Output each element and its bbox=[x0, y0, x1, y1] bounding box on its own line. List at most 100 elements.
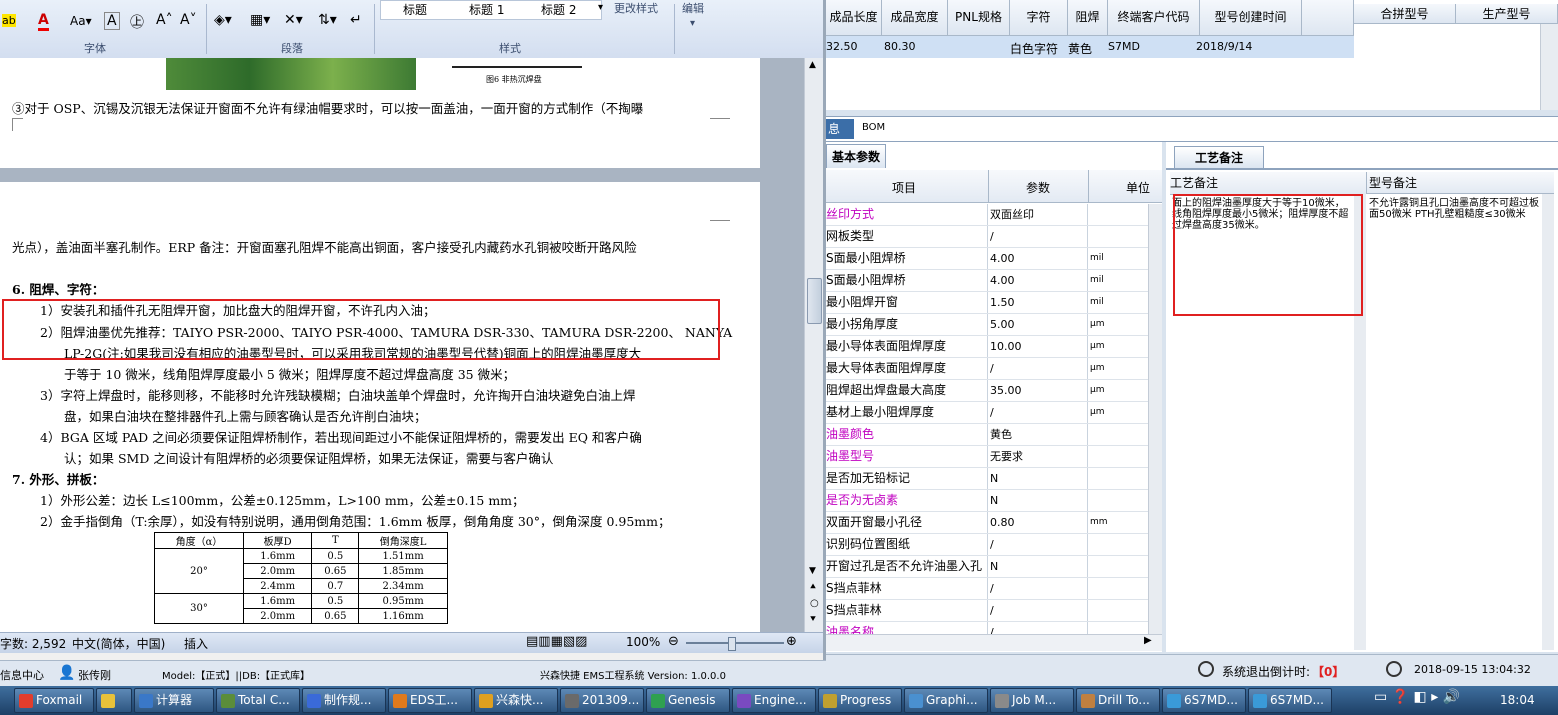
param-value[interactable]: 5.00 bbox=[988, 314, 1088, 335]
param-row[interactable]: 识别码位置图纸 / bbox=[826, 534, 1148, 556]
col-unit-header[interactable]: 单位 bbox=[1126, 179, 1150, 196]
param-row[interactable]: 网板类型 / bbox=[826, 226, 1148, 248]
scroll-up-icon[interactable]: ▲ bbox=[809, 60, 816, 70]
message-center[interactable]: 信息中心 bbox=[0, 667, 44, 683]
model-scrollbar[interactable] bbox=[1542, 194, 1554, 650]
shrink-font-icon[interactable]: A˅ bbox=[180, 12, 197, 28]
taskbar-button[interactable]: 制作规... bbox=[302, 688, 386, 713]
params-scrollbar[interactable] bbox=[1148, 204, 1162, 634]
col-param-header[interactable]: 参数 bbox=[1026, 179, 1050, 196]
col-char-header[interactable]: 字符 bbox=[1010, 0, 1068, 36]
param-row[interactable]: 最小拐角厚度 5.00 μm bbox=[826, 314, 1148, 336]
edit-dropdown-icon[interactable]: ▾ bbox=[690, 18, 695, 29]
tab-basic-params[interactable]: 基本参数 bbox=[826, 144, 886, 168]
param-row[interactable]: 最小导体表面阻焊厚度 10.00 μm bbox=[826, 336, 1148, 358]
param-value[interactable]: 4.00 bbox=[988, 248, 1088, 269]
doc-scrollbar[interactable]: ▲ ▼ ⯅ ○ ⯆ bbox=[804, 58, 823, 632]
param-value[interactable]: N bbox=[988, 490, 1088, 511]
section-heading-7[interactable]: 7. 外形、拼板： bbox=[12, 469, 104, 488]
model-note-text[interactable]: 不允许露铜且孔口油墨高度不可超过板面50微米 PTH孔壁粗糙度≤30微米 bbox=[1369, 198, 1541, 220]
params-hscrollbar[interactable]: ▶ bbox=[826, 634, 1162, 651]
param-value[interactable]: / bbox=[988, 578, 1088, 599]
list-item[interactable]: 3）字符上焊盘时，能移则移，不能移时允许残缺模糊；白油块盖单个焊盘时，允许掏开白… bbox=[40, 385, 635, 404]
param-row[interactable]: 最大导体表面阻焊厚度 / μm bbox=[826, 358, 1148, 380]
sort-icon[interactable]: ⇅▾ bbox=[318, 12, 337, 28]
scroll-thumb[interactable] bbox=[807, 278, 822, 324]
param-row[interactable]: 双面开窗最小孔径 0.80 mm bbox=[826, 512, 1148, 534]
param-value[interactable]: / bbox=[988, 534, 1088, 555]
taskbar-button[interactable]: EDS工... bbox=[388, 688, 472, 713]
param-row[interactable]: 丝印方式 双面丝印 bbox=[826, 204, 1148, 226]
tab-bom[interactable]: BOM bbox=[862, 122, 885, 133]
browse-object-icon[interactable]: ○ bbox=[810, 598, 819, 609]
param-row[interactable]: 油墨型号 无要求 bbox=[826, 446, 1148, 468]
taskbar-button[interactable]: 兴森快... bbox=[474, 688, 558, 713]
system-clock[interactable]: 18:04 bbox=[1500, 693, 1535, 707]
change-case-icon[interactable]: Aa▾ bbox=[70, 14, 92, 28]
param-row[interactable]: 是否加无铅标记 N bbox=[826, 468, 1148, 490]
taskbar-button[interactable]: Foxmail bbox=[14, 688, 94, 713]
param-row[interactable]: S面最小阻焊桥 4.00 mil bbox=[826, 270, 1148, 292]
zoom-level[interactable]: 100% bbox=[626, 635, 660, 649]
param-value[interactable]: N bbox=[988, 556, 1088, 577]
list-item[interactable]: 2）金手指倒角（T:余厚），如没有特别说明，通用倒角范围：1.6mm 板厚，倒角… bbox=[40, 511, 671, 530]
param-row[interactable]: 是否为无卤素 N bbox=[826, 490, 1148, 512]
scroll-down-icon[interactable]: ▼ bbox=[809, 566, 816, 576]
col-merge-header[interactable]: 合拼型号 bbox=[1354, 4, 1456, 24]
taskbar-button[interactable]: 6S7MD... bbox=[1248, 688, 1332, 713]
col-length-header[interactable]: 成品长度 bbox=[826, 0, 882, 36]
prev-page-icon[interactable]: ⯅ bbox=[809, 582, 817, 593]
taskbar-button[interactable] bbox=[96, 688, 132, 713]
taskbar-button[interactable]: Progress bbox=[818, 688, 902, 713]
show-marks-icon[interactable]: ↵ bbox=[350, 12, 362, 28]
list-item-cont[interactable]: 盘，如果白油块在整排器件孔上需与顾客确认是否允许削白油块； bbox=[64, 406, 427, 425]
zoom-slider-thumb[interactable] bbox=[728, 637, 736, 651]
param-value[interactable]: 无要求 bbox=[988, 446, 1088, 467]
grow-font-icon[interactable]: A˄ bbox=[156, 12, 173, 28]
tab-craft-notes[interactable]: 工艺备注 bbox=[1174, 146, 1264, 168]
taskbar-button[interactable]: 计算器 bbox=[134, 688, 214, 713]
col-customer-header[interactable]: 终端客户代码 bbox=[1108, 0, 1200, 36]
param-value[interactable]: / bbox=[988, 600, 1088, 621]
taskbar-button[interactable]: Job M... bbox=[990, 688, 1074, 713]
next-page-icon[interactable]: ⯆ bbox=[809, 614, 817, 625]
doc-paragraph[interactable]: 光点），盖油面半塞孔制作。ERP 备注：开窗面塞孔阻焊不能高出铜面，客户接受孔内… bbox=[12, 237, 637, 256]
taskbar-button[interactable]: Engine... bbox=[732, 688, 816, 713]
section-heading-6[interactable]: 6. 阻焊、字符： bbox=[12, 279, 104, 298]
style-heading-1[interactable]: 标题 1 bbox=[469, 1, 504, 18]
font-color-icon[interactable]: A bbox=[38, 12, 49, 31]
param-value[interactable]: / bbox=[988, 226, 1088, 247]
enclose-char-icon[interactable]: ㊤ bbox=[130, 12, 144, 32]
taskbar-button[interactable]: 201309... bbox=[560, 688, 644, 713]
param-value[interactable]: / bbox=[988, 402, 1088, 423]
insert-mode[interactable]: 插入 bbox=[184, 635, 208, 652]
param-row[interactable]: S挡点菲林 / bbox=[826, 600, 1148, 622]
param-row[interactable]: S面最小阻焊桥 4.00 mil bbox=[826, 248, 1148, 270]
param-value[interactable]: N bbox=[988, 468, 1088, 489]
param-row[interactable]: 最小阻焊开窗 1.50 mil bbox=[826, 292, 1148, 314]
taskbar-button[interactable]: Total C... bbox=[216, 688, 300, 713]
merge-grid-scrollbar[interactable] bbox=[1540, 24, 1558, 110]
craft-col-header[interactable]: 工艺备注 bbox=[1170, 172, 1366, 195]
param-value[interactable]: 35.00 bbox=[988, 380, 1088, 401]
param-row[interactable]: S挡点菲林 / bbox=[826, 578, 1148, 600]
col-created-header[interactable]: 型号创建时间 bbox=[1200, 0, 1302, 36]
doc-paragraph[interactable]: ③对于 OSP、沉锡及沉银无法保证开窗面不允许有绿油帽要求时，可以按一面盖油，一… bbox=[12, 98, 643, 117]
param-value[interactable]: / bbox=[988, 622, 1088, 634]
param-value[interactable]: 1.50 bbox=[988, 292, 1088, 313]
language-status[interactable]: 中文(简体，中国) bbox=[72, 635, 165, 652]
list-item[interactable]: 4）BGA 区域 PAD 之间必须要保证阻焊桥制作，若出现间距过小不能保证阻焊桥… bbox=[40, 427, 642, 446]
view-layout-icons[interactable]: ▤▥▦▧▨ bbox=[526, 634, 587, 649]
style-heading[interactable]: 标题 bbox=[403, 1, 427, 18]
taskbar-button[interactable]: Drill To... bbox=[1076, 688, 1160, 713]
tab-info[interactable]: 息 bbox=[826, 119, 854, 139]
shading-icon[interactable]: ◈▾ bbox=[214, 12, 232, 28]
word-count[interactable]: 字数: 2,592 bbox=[0, 635, 66, 652]
col-solder-header[interactable]: 阻焊 bbox=[1068, 0, 1108, 36]
param-row[interactable]: 油墨颜色 黄色 bbox=[826, 424, 1148, 446]
col-width-header[interactable]: 成品宽度 bbox=[882, 0, 948, 36]
list-item[interactable]: 1）外形公差：边长 L≤100mm，公差±0.125mm，L>100 mm，公差… bbox=[40, 490, 525, 509]
param-row[interactable]: 阻焊超出焊盘最大高度 35.00 μm bbox=[826, 380, 1148, 402]
taskbar-button[interactable]: Graphi... bbox=[904, 688, 988, 713]
zoom-in-icon[interactable]: ⊕ bbox=[786, 634, 797, 649]
